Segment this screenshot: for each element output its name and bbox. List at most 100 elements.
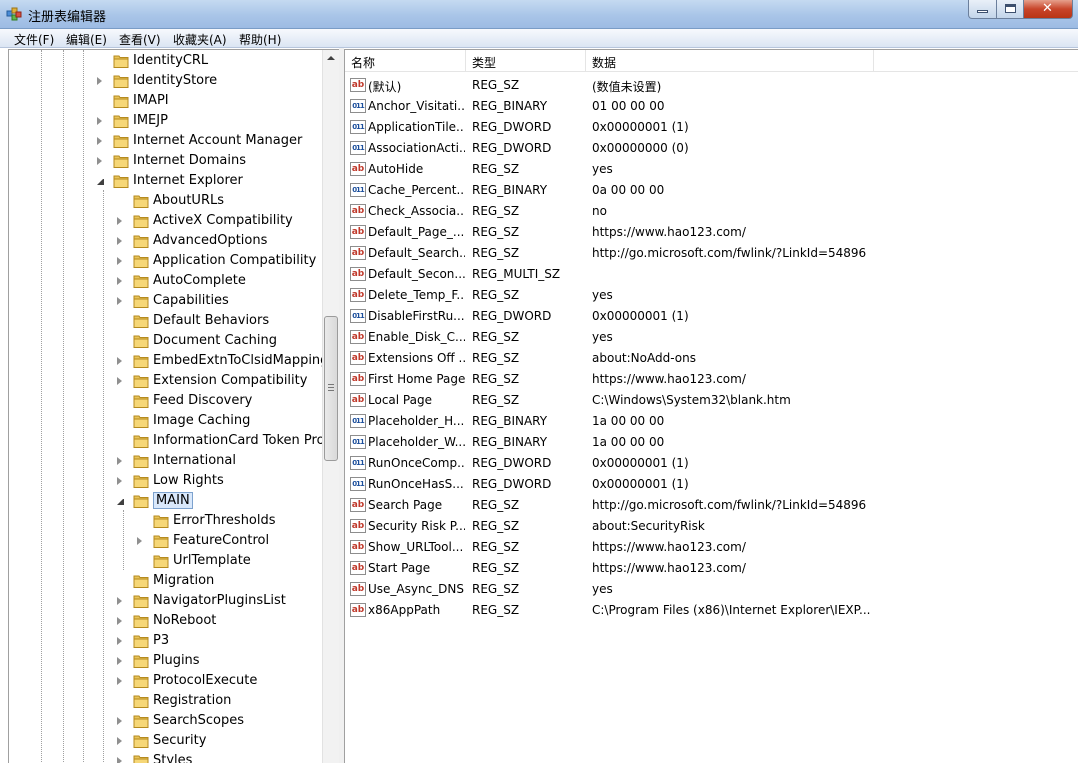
value-row[interactable]: ab Enable_Disk_C... REG_SZ yes [345, 327, 1078, 348]
value-row[interactable]: 011 DisableFirstRu... REG_DWORD 0x00000001 … [345, 306, 1078, 327]
value-row[interactable]: 011 Placeholder_W... REG_BINARY 1a 00 00 00 [345, 432, 1078, 453]
values-list[interactable]: 名称 类型 数据 ab (默认) REG_SZ (数值未设置) 011 Anchor_Vi… [344, 49, 1078, 763]
expand-arrow-icon[interactable] [117, 737, 124, 745]
tree-item[interactable]: Extension Compatibility [9, 371, 321, 391]
value-row[interactable]: 011 RunOnceComp... REG_DWORD 0x00000001 (1) [345, 453, 1078, 474]
value-row[interactable]: ab Default_Secon... REG_MULTI_SZ [345, 264, 1078, 285]
expand-arrow-icon[interactable] [117, 357, 124, 365]
value-row[interactable]: 011 Anchor_Visitati... REG_BINARY 01 00 00 … [345, 96, 1078, 117]
maximize-button[interactable] [996, 0, 1024, 19]
column-header-type[interactable]: 类型 [466, 50, 586, 72]
scroll-up-button[interactable] [323, 50, 339, 67]
tree-item[interactable]: Feed Discovery [9, 391, 321, 411]
tree-item[interactable]: NoReboot [9, 611, 321, 631]
registry-tree[interactable]: IdentityCRL IdentityStore IMAPI IMEJP Intern… [8, 49, 339, 763]
expand-arrow-icon[interactable] [117, 457, 124, 465]
expand-arrow-icon[interactable] [117, 677, 124, 685]
tree-item[interactable]: IdentityCRL [9, 51, 321, 71]
expand-arrow-icon[interactable] [117, 257, 124, 265]
expand-arrow-icon[interactable] [117, 217, 124, 225]
column-header-data[interactable]: 数据 [586, 50, 874, 72]
tree-item[interactable]: IMAPI [9, 91, 321, 111]
expand-arrow-icon[interactable] [97, 117, 104, 125]
value-row[interactable]: ab Default_Page_... REG_SZ https://www.hao1… [345, 222, 1078, 243]
menu-help[interactable]: 帮助(H) [239, 31, 281, 48]
tree-item[interactable]: IdentityStore [9, 71, 321, 91]
tree-item[interactable]: Default Behaviors [9, 311, 321, 331]
value-row[interactable]: 011 Cache_Percent... REG_BINARY 0a 00 00 00 [345, 180, 1078, 201]
expand-arrow-icon[interactable] [117, 597, 124, 605]
value-row[interactable]: ab First Home Page REG_SZ https://www.hao12… [345, 369, 1078, 390]
menu-file[interactable]: 文件(F) [14, 31, 54, 48]
tree-item[interactable]: UrlTemplate [9, 551, 321, 571]
tree-item[interactable]: Styles [9, 751, 321, 763]
expand-arrow-icon[interactable] [97, 137, 104, 145]
collapse-arrow-icon[interactable] [117, 497, 124, 505]
value-row[interactable]: ab Extensions Off ... REG_SZ about:NoAdd-on… [345, 348, 1078, 369]
tree-item[interactable]: IMEJP [9, 111, 321, 131]
value-row[interactable]: 011 Placeholder_H... REG_BINARY 1a 00 00 00 [345, 411, 1078, 432]
tree-item[interactable]: ErrorThresholds [9, 511, 321, 531]
value-row[interactable]: ab AutoHide REG_SZ yes [345, 159, 1078, 180]
expand-arrow-icon[interactable] [117, 717, 124, 725]
expand-arrow-icon[interactable] [117, 617, 124, 625]
tree-item[interactable]: NavigatorPluginsList [9, 591, 321, 611]
expand-arrow-icon[interactable] [117, 297, 124, 305]
expand-arrow-icon[interactable] [137, 537, 144, 545]
menu-favorites[interactable]: 收藏夹(A) [173, 31, 227, 48]
expand-arrow-icon[interactable] [117, 377, 124, 385]
tree-item[interactable]: SearchScopes [9, 711, 321, 731]
collapse-arrow-icon[interactable] [97, 177, 104, 185]
tree-item[interactable]: Image Caching [9, 411, 321, 431]
tree-item[interactable]: Security [9, 731, 321, 751]
value-row[interactable]: ab Local Page REG_SZ C:\Windows\System32\bl… [345, 390, 1078, 411]
tree-item[interactable]: International [9, 451, 321, 471]
tree-item[interactable]: AdvancedOptions [9, 231, 321, 251]
value-row[interactable]: ab Use_Async_DNS REG_SZ yes [345, 579, 1078, 600]
tree-item[interactable]: AutoComplete [9, 271, 321, 291]
value-row[interactable]: 011 RunOnceHasS... REG_DWORD 0x00000001 (1) [345, 474, 1078, 495]
value-row[interactable]: 011 AssociationActi... REG_DWORD 0x00000000… [345, 138, 1078, 159]
tree-item[interactable]: Capabilities [9, 291, 321, 311]
tree-item[interactable]: FeatureControl [9, 531, 321, 551]
menu-view[interactable]: 查看(V) [119, 31, 161, 48]
expand-arrow-icon[interactable] [117, 477, 124, 485]
expand-arrow-icon[interactable] [117, 237, 124, 245]
tree-item[interactable]: Migration [9, 571, 321, 591]
column-header-name[interactable]: 名称 [345, 50, 466, 72]
expand-arrow-icon[interactable] [117, 757, 124, 763]
expand-arrow-icon[interactable] [117, 637, 124, 645]
tree-item[interactable]: ActiveX Compatibility [9, 211, 321, 231]
value-row[interactable]: 011 ApplicationTile... REG_DWORD 0x00000001… [345, 117, 1078, 138]
value-row[interactable]: ab Start Page REG_SZ https://www.hao123.com… [345, 558, 1078, 579]
scroll-thumb[interactable] [324, 316, 338, 461]
tree-item[interactable]: Low Rights [9, 471, 321, 491]
value-row[interactable]: ab Check_Associa... REG_SZ no [345, 201, 1078, 222]
tree-scrollbar[interactable] [322, 50, 339, 763]
tree-item[interactable]: AboutURLs [9, 191, 321, 211]
tree-item[interactable]: Document Caching [9, 331, 321, 351]
minimize-button[interactable] [968, 0, 997, 19]
value-row[interactable]: ab Default_Search... REG_SZ http://go.micro… [345, 243, 1078, 264]
close-button[interactable]: ✕ [1023, 0, 1073, 19]
value-row[interactable]: ab Search Page REG_SZ http://go.microsoft.c… [345, 495, 1078, 516]
tree-item[interactable]: Internet Explorer [9, 171, 321, 191]
tree-item[interactable]: P3 [9, 631, 321, 651]
tree-item[interactable]: Internet Domains [9, 151, 321, 171]
value-row[interactable]: ab x86AppPath REG_SZ C:\Program Files (x86)… [345, 600, 1078, 621]
value-row[interactable]: ab Delete_Temp_F... REG_SZ yes [345, 285, 1078, 306]
value-row[interactable]: ab (默认) REG_SZ (数值未设置) [345, 75, 1078, 96]
tree-item[interactable]: ProtocolExecute [9, 671, 321, 691]
menu-edit[interactable]: 编辑(E) [66, 31, 107, 48]
tree-item[interactable]: InformationCard Token Provid [9, 431, 339, 451]
value-row[interactable]: ab Show_URLTool... REG_SZ https://www.hao12… [345, 537, 1078, 558]
expand-arrow-icon[interactable] [117, 277, 124, 285]
tree-item[interactable]: Registration [9, 691, 321, 711]
tree-item[interactable]: MAIN [9, 491, 321, 511]
expand-arrow-icon[interactable] [97, 77, 104, 85]
tree-item[interactable]: EmbedExtnToClsidMappings [9, 351, 335, 371]
tree-item[interactable]: Application Compatibility [9, 251, 321, 271]
expand-arrow-icon[interactable] [97, 157, 104, 165]
tree-item[interactable]: Internet Account Manager [9, 131, 321, 151]
expand-arrow-icon[interactable] [117, 657, 124, 665]
